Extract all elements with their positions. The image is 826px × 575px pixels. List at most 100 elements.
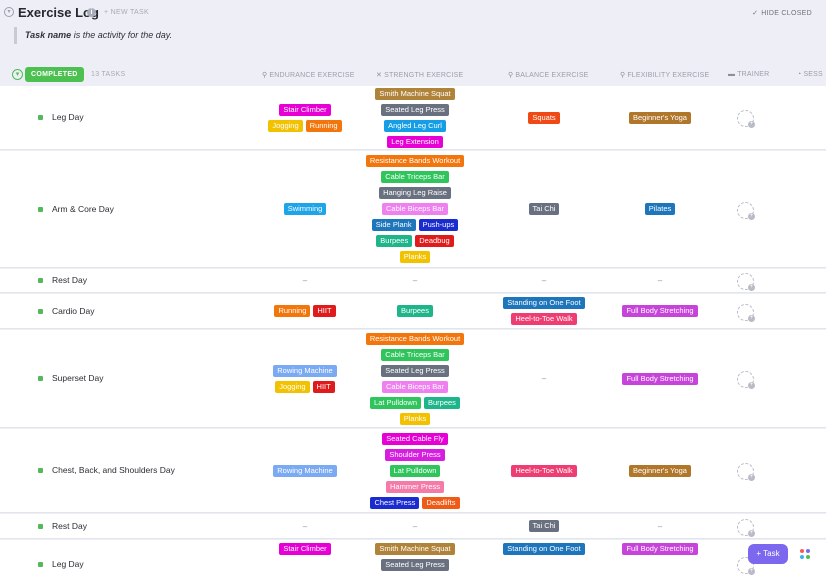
endurance-cell[interactable]: Swimming [255, 151, 355, 267]
exercise-tag[interactable]: Tai Chi [528, 203, 560, 215]
exercise-tag[interactable]: HIIT [312, 380, 335, 393]
exercise-tag[interactable]: Pilates [644, 203, 676, 215]
table-row[interactable]: Leg Day Stair Climber Smith Machine Squat S… [0, 540, 826, 575]
balance-cell[interactable]: – [484, 330, 604, 427]
exercise-tag[interactable]: Full Body Stretching [622, 543, 698, 555]
table-row[interactable]: Leg Day Stair Climber Jogging Running Smith … [0, 86, 826, 150]
exercise-tag[interactable]: Hammer Press [385, 480, 444, 493]
status-square-icon[interactable] [38, 115, 43, 120]
exercise-tag[interactable]: Beginner's Yoga [629, 111, 691, 124]
table-row[interactable]: Rest Day – – – – + [0, 269, 826, 293]
exercise-tag[interactable]: Leg Extension [387, 135, 443, 148]
table-row[interactable]: Superset Day Rowing Machine Jogging HIIT Res… [0, 330, 826, 428]
exercise-tag[interactable]: Full Body Stretching [622, 305, 698, 317]
exercise-tag[interactable]: Rowing Machine [273, 464, 337, 477]
exercise-tag[interactable]: Resistance Bands Workout [365, 155, 465, 167]
flexibility-cell[interactable]: Beginner's Yoga [600, 86, 720, 149]
balance-cell[interactable]: Heel-to-Toe Walk [484, 429, 604, 512]
table-row[interactable]: Arm & Core Day Swimming Resistance Bands W… [0, 151, 826, 268]
strength-cell[interactable]: Smith Machine Squat Seated Leg Press [355, 540, 475, 575]
hide-closed-button[interactable]: ✓ HIDE CLOSED [752, 9, 812, 17]
balance-cell[interactable]: Standing on One Foot Heel-to-Toe Walk [484, 294, 604, 328]
exercise-tag[interactable]: Cable Biceps Bar [382, 203, 448, 215]
exercise-tag[interactable]: Cable Triceps Bar [381, 171, 449, 183]
endurance-cell[interactable]: Running HIIT [255, 294, 355, 328]
exercise-tag[interactable]: Angled Leg Curl [384, 119, 446, 132]
exercise-tag[interactable]: Beginner's Yoga [629, 464, 691, 477]
exercise-tag[interactable]: Standing on One Foot [503, 297, 585, 309]
status-square-icon[interactable] [38, 468, 43, 473]
endurance-cell[interactable]: Stair Climber Jogging Running [255, 86, 355, 149]
exercise-tag[interactable]: Heel-to-Toe Walk [511, 313, 577, 325]
task-name[interactable]: Rest Day [52, 521, 87, 531]
endurance-cell[interactable]: Rowing Machine Jogging HIIT [255, 330, 355, 427]
exercise-tag[interactable]: Shoulder Press [385, 448, 445, 461]
column-header-strength[interactable]: ✕ STRENGTH EXERCISE [376, 71, 463, 79]
status-badge[interactable]: COMPLETED [25, 67, 84, 82]
endurance-cell[interactable]: Rowing Machine [255, 429, 355, 512]
assign-trainer-icon[interactable]: + [737, 201, 755, 220]
balance-cell[interactable]: Tai Chi [484, 514, 604, 538]
flexibility-cell[interactable]: – [600, 514, 720, 538]
column-header-trainer[interactable]: ▬ TRAINER [728, 71, 769, 78]
flexibility-cell[interactable]: Beginner's Yoga [600, 429, 720, 512]
exercise-tag[interactable]: Cable Triceps Bar [381, 348, 449, 361]
exercise-tag[interactable]: Standing on One Foot [503, 543, 585, 555]
exercise-tag[interactable]: Hanging Leg Raise [379, 187, 451, 199]
exercise-tag[interactable]: Smith Machine Squat [375, 87, 455, 100]
balance-cell[interactable]: Tai Chi [484, 151, 604, 267]
column-header-balance[interactable]: ⚲ BALANCE EXERCISE [508, 71, 589, 79]
task-name[interactable]: Cardio Day [52, 306, 95, 316]
exercise-tag[interactable]: Push-ups [418, 219, 459, 231]
strength-cell[interactable]: Seated Cable Fly Shoulder Press Lat Pulldo… [355, 429, 475, 512]
exercise-tag[interactable]: Chest Press [370, 496, 420, 509]
info-icon[interactable]: i [87, 8, 96, 17]
exercise-tag[interactable]: Burpees [424, 396, 460, 409]
flexibility-cell[interactable]: Full Body Stretching [600, 294, 720, 328]
strength-cell[interactable]: – [355, 514, 475, 538]
exercise-tag[interactable]: Planks [399, 251, 431, 263]
strength-cell[interactable]: Resistance Bands Workout Cable Triceps Ba… [355, 330, 475, 427]
column-header-endurance[interactable]: ⚲ ENDURANCE EXERCISE [262, 71, 355, 79]
task-name[interactable]: Superset Day [52, 373, 104, 383]
task-name[interactable]: Rest Day [52, 275, 87, 285]
strength-cell[interactable]: – [355, 269, 475, 292]
collapse-list-icon[interactable]: ▾ [4, 7, 14, 17]
table-row[interactable]: Chest, Back, and Shoulders Day Rowing Mac… [0, 429, 826, 513]
exercise-tag[interactable]: Burpees [376, 235, 413, 247]
exercise-tag[interactable]: Running [305, 119, 342, 132]
exercise-tag[interactable]: Seated Cable Fly [382, 432, 448, 445]
strength-cell[interactable]: Burpees [355, 294, 475, 328]
status-square-icon[interactable] [38, 523, 43, 529]
exercise-tag[interactable]: Seated Leg Press [381, 103, 449, 116]
table-row[interactable]: Cardio Day Running HIIT Burpees Standing on … [0, 294, 826, 329]
exercise-tag[interactable]: Jogging [275, 380, 310, 393]
column-header-session[interactable]: ◔ SESS [797, 71, 823, 78]
exercise-tag[interactable]: Tai Chi [528, 520, 560, 532]
flexibility-cell[interactable]: Pilates [600, 151, 720, 267]
status-square-icon[interactable] [38, 376, 43, 381]
endurance-cell[interactable]: Stair Climber [255, 540, 355, 575]
exercise-tag[interactable]: Smith Machine Squat [375, 543, 455, 555]
balance-cell[interactable]: Squats [484, 86, 604, 149]
endurance-cell[interactable]: – [255, 514, 355, 538]
assign-trainer-icon[interactable]: + [737, 303, 755, 322]
apps-grid-icon[interactable] [794, 544, 816, 564]
exercise-tag[interactable]: Planks [399, 412, 431, 425]
exercise-tag[interactable]: Side Plank [371, 219, 416, 231]
exercise-tag[interactable]: Seated Leg Press [381, 364, 449, 377]
exercise-tag[interactable]: Burpees [397, 305, 433, 317]
exercise-tag[interactable]: Heel-to-Toe Walk [511, 464, 577, 477]
exercise-tag[interactable]: Deadlifts [422, 496, 460, 509]
exercise-tag[interactable]: Swimming [283, 203, 327, 215]
assign-trainer-icon[interactable]: + [737, 463, 755, 481]
exercise-tag[interactable]: Lat Pulldown [389, 464, 441, 477]
exercise-tag[interactable]: Running [274, 305, 311, 317]
add-task-button[interactable]: + Task [748, 544, 788, 564]
task-name[interactable]: Leg Day [52, 112, 84, 122]
column-header-flexibility[interactable]: ⚲ FLEXIBILITY EXERCISE [620, 71, 709, 79]
exercise-tag[interactable]: Full Body Stretching [622, 372, 698, 385]
balance-cell[interactable]: Standing on One Foot [484, 540, 604, 575]
exercise-tag[interactable]: Lat Pulldown [370, 396, 421, 409]
exercise-tag[interactable]: HIIT [313, 305, 336, 317]
